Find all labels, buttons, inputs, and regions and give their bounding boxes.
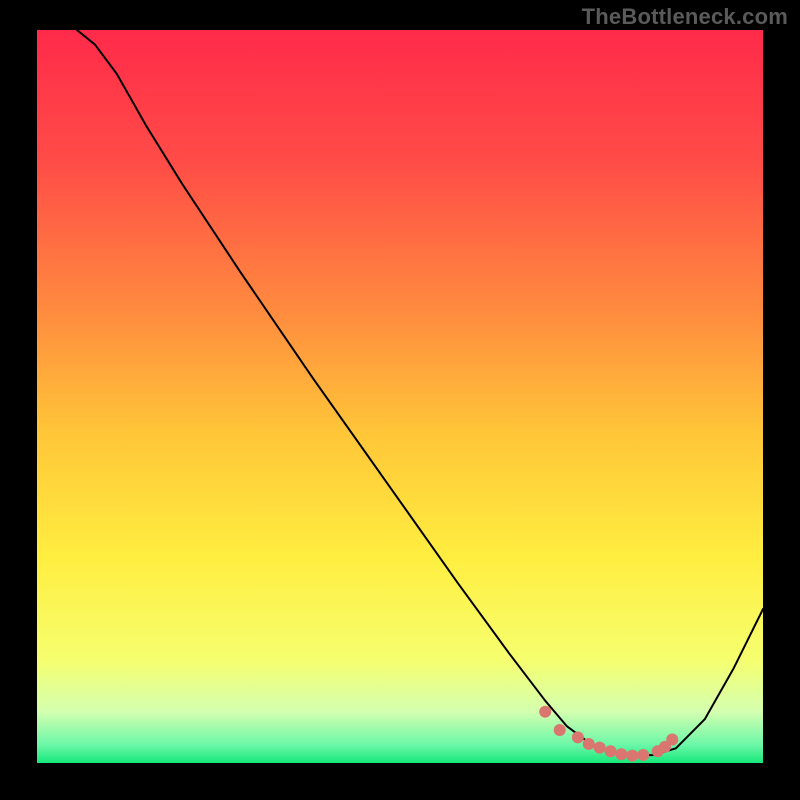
ideal-band-markers-point [539, 706, 551, 718]
ideal-band-markers-point [583, 738, 595, 750]
chart-container: TheBottleneck.com [0, 0, 800, 800]
ideal-band-markers-point [605, 745, 617, 757]
ideal-band-markers-point [594, 742, 606, 754]
gradient-background [37, 30, 763, 763]
ideal-band-markers-point [626, 750, 638, 762]
ideal-band-markers-point [666, 734, 678, 746]
ideal-band-markers-point [554, 724, 566, 736]
watermark-text: TheBottleneck.com [582, 4, 788, 30]
ideal-band-markers-point [615, 748, 627, 760]
ideal-band-markers-point [637, 749, 649, 761]
chart-svg [0, 0, 800, 800]
ideal-band-markers-point [572, 731, 584, 743]
